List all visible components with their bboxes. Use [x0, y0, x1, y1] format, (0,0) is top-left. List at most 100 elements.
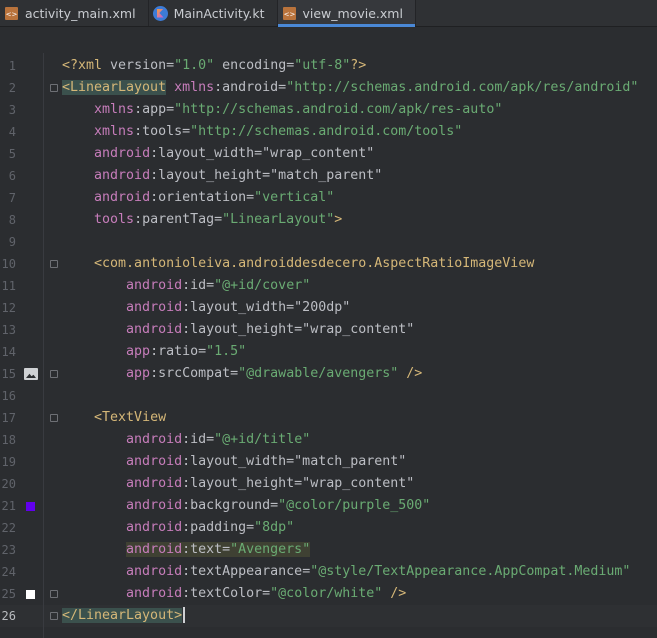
code-line[interactable]: 8 tools:parentTag="LinearLayout">: [0, 209, 657, 231]
tab-activity-main[interactable]: <> activity_main.xml: [0, 0, 149, 26]
code-line[interactable]: 3 xmlns:app="http://schemas.android.com/…: [0, 99, 657, 121]
line-number: 22: [1, 521, 16, 535]
line-number: 20: [1, 477, 16, 491]
xml-file-icon: <>: [282, 6, 297, 21]
gutter-divider: [43, 53, 44, 638]
code-text: xmlns:app="http://schemas.android.com/ap…: [94, 102, 503, 117]
color-swatch-icon[interactable]: [26, 590, 35, 599]
code-text: app:ratio="1.5": [126, 344, 247, 359]
code-text: xmlns:tools="http://schemas.android.com/…: [94, 124, 463, 139]
code-text: app:srcCompat="@drawable/avengers" />: [126, 366, 423, 381]
code-line[interactable]: 6 android:layout_height="match_parent": [0, 165, 657, 187]
line-number: 6: [8, 169, 16, 183]
fold-marker-icon[interactable]: [50, 84, 58, 92]
line-number: 4: [8, 125, 16, 139]
editor-tab-bar: <> activity_main.xml MainActivity.kt <> …: [0, 0, 657, 27]
code-line[interactable]: 1 <?xml version="1.0" encoding="utf-8"?>: [0, 55, 657, 77]
code-text: </LinearLayout>: [62, 605, 185, 627]
code-text: android:layout_height="wrap_content": [126, 476, 415, 491]
code-line[interactable]: 21 android:background="@color/purple_500…: [0, 495, 657, 517]
line-number: 8: [8, 213, 16, 227]
line-number: 23: [1, 543, 16, 557]
image-preview-icon[interactable]: [24, 368, 38, 380]
code-line[interactable]: 17 <TextView: [0, 407, 657, 429]
line-number: 3: [8, 103, 16, 117]
fold-marker-icon[interactable]: [50, 414, 58, 422]
code-line[interactable]: 15 app:srcCompat="@drawable/avengers" />: [0, 363, 657, 385]
line-number: 17: [1, 411, 16, 425]
color-swatch-icon[interactable]: [26, 502, 35, 511]
code-line[interactable]: 25 android:textColor="@color/white" />: [0, 583, 657, 605]
code-text: android:layout_height="match_parent": [94, 168, 383, 183]
line-number: 21: [1, 499, 16, 513]
code-text: android:orientation="vertical": [94, 190, 335, 205]
line-number: 7: [8, 191, 16, 205]
line-number: 25: [1, 587, 16, 601]
line-number: 14: [1, 345, 16, 359]
line-number: 11: [1, 279, 16, 293]
line-number: 15: [1, 367, 16, 381]
code-line[interactable]: 2 <LinearLayout xmlns:android="http://sch…: [0, 77, 657, 99]
code-text: <com.antonioleiva.androiddesdecero.Aspec…: [94, 256, 535, 271]
line-number: 13: [1, 323, 16, 337]
code-line[interactable]: 11 android:id="@+id/cover": [0, 275, 657, 297]
xml-file-icon: <>: [4, 6, 19, 21]
fold-marker-icon[interactable]: [50, 590, 58, 598]
tab-view-movie[interactable]: <> view_movie.xml: [277, 0, 416, 27]
code-text: android:layout_width="wrap_content": [94, 146, 375, 161]
line-number: 12: [1, 301, 16, 315]
code-text: tools:parentTag="LinearLayout">: [94, 212, 343, 227]
code-line[interactable]: 9: [0, 231, 657, 253]
code-text: android:id="@+id/title": [126, 432, 311, 447]
line-number: 5: [8, 147, 16, 161]
line-number: 16: [1, 389, 16, 403]
code-line[interactable]: 4 xmlns:tools="http://schemas.android.co…: [0, 121, 657, 143]
code-text: <TextView: [94, 410, 167, 425]
code-text: android:layout_width="match_parent": [126, 454, 407, 469]
line-number: 18: [1, 433, 16, 447]
code-text: android:text="Avengers": [126, 542, 311, 557]
code-text: android:id="@+id/cover": [126, 278, 311, 293]
line-number: 10: [1, 257, 16, 271]
code-line[interactable]: 22 android:padding="8dp": [0, 517, 657, 539]
code-line[interactable]: 13 android:layout_height="wrap_content": [0, 319, 657, 341]
code-line[interactable]: 26 </LinearLayout>: [0, 605, 657, 627]
code-line[interactable]: 20 android:layout_height="wrap_content": [0, 473, 657, 495]
fold-marker-icon[interactable]: [50, 612, 58, 620]
line-number: 19: [1, 455, 16, 469]
tab-main-activity[interactable]: MainActivity.kt: [149, 0, 278, 26]
line-number: 2: [8, 81, 16, 95]
code-line[interactable]: 7 android:orientation="vertical": [0, 187, 657, 209]
tab-label: view_movie.xml: [302, 5, 403, 21]
code-text: android:textAppearance="@style/TextAppea…: [126, 564, 631, 579]
code-line[interactable]: 16: [0, 385, 657, 407]
code-text: android:textColor="@color/white" />: [126, 586, 407, 601]
svg-text:<>: <>: [283, 10, 295, 18]
code-text: <?xml version="1.0" encoding="utf-8"?>: [62, 58, 367, 73]
code-text: android:background="@color/purple_500": [126, 498, 431, 513]
fold-marker-icon[interactable]: [50, 370, 58, 378]
code-text: <LinearLayout xmlns:android="http://sche…: [62, 80, 639, 95]
code-line[interactable]: 5 android:layout_width="wrap_content": [0, 143, 657, 165]
tab-label: activity_main.xml: [25, 5, 136, 21]
svg-text:<>: <>: [6, 10, 18, 18]
code-editor[interactable]: 1 <?xml version="1.0" encoding="utf-8"?> 2…: [0, 53, 657, 638]
code-line[interactable]: 19 android:layout_width="match_parent": [0, 451, 657, 473]
kotlin-file-icon: [152, 5, 168, 21]
code-text: android:padding="8dp": [126, 520, 295, 535]
line-number: 26: [1, 609, 16, 623]
code-line[interactable]: 18 android:id="@+id/title": [0, 429, 657, 451]
code-line[interactable]: 14 app:ratio="1.5": [0, 341, 657, 363]
line-number: 1: [8, 59, 16, 73]
line-number: 9: [8, 235, 16, 249]
fold-marker-icon[interactable]: [50, 260, 58, 268]
code-line[interactable]: 24 android:textAppearance="@style/TextAp…: [0, 561, 657, 583]
code-text: android:layout_width="200dp": [126, 300, 351, 315]
line-number: 24: [1, 565, 16, 579]
code-text: android:layout_height="wrap_content": [126, 322, 415, 337]
tab-label: MainActivity.kt: [173, 5, 265, 21]
code-line[interactable]: 12 android:layout_width="200dp": [0, 297, 657, 319]
text-cursor: [183, 607, 185, 623]
code-line[interactable]: 10 <com.antonioleiva.androiddesdecero.As…: [0, 253, 657, 275]
code-line[interactable]: 23 android:text="Avengers": [0, 539, 657, 561]
